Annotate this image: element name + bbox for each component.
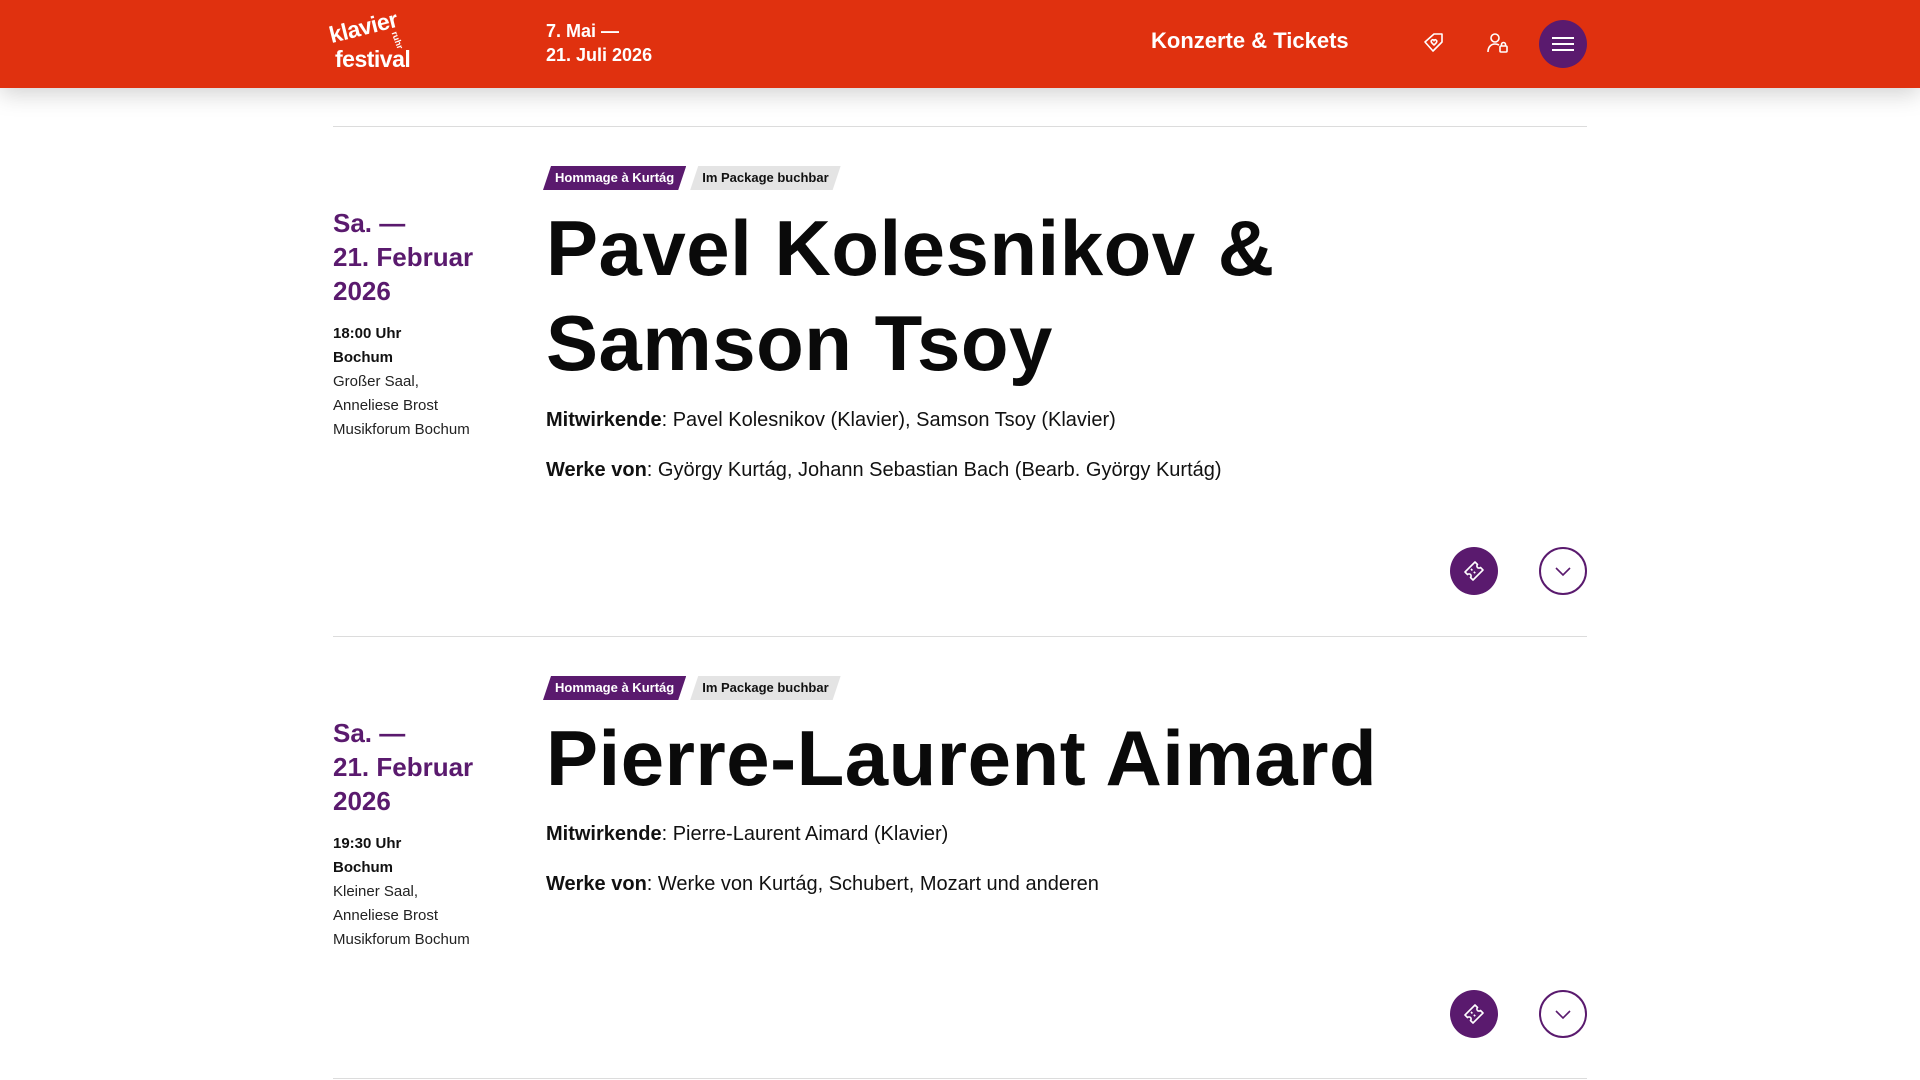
nav-concerts-tickets[interactable]: Konzerte & Tickets — [1151, 28, 1349, 54]
performers-value: : Pavel Kolesnikov (Klavier), Samson Tso… — [661, 409, 1116, 431]
event-weekday: Sa. — — [333, 208, 406, 238]
event-title[interactable]: Pavel Kolesnikov & — [546, 200, 1275, 296]
event-card: Hommage à Kurtág Im Package buchbar Sa. … — [333, 676, 1587, 1080]
chevron-down-icon — [1555, 1010, 1571, 1020]
event-year: 2026 — [333, 276, 391, 306]
event-venue-line: Anneliese Brost — [333, 907, 439, 924]
tag-hommage[interactable]: Hommage à Kurtág — [543, 166, 686, 190]
tag-package[interactable]: Im Package buchbar — [690, 676, 840, 700]
event-year: 2026 — [333, 786, 391, 816]
site-header: klavier ruhr festival 7. Mai — 21. Juli … — [0, 0, 1920, 88]
divider — [333, 636, 1587, 637]
event-date: 21. Februar — [333, 752, 474, 782]
tag-hommage[interactable]: Hommage à Kurtág — [543, 676, 686, 700]
festival-dates-start: 7. Mai — — [546, 21, 620, 41]
divider — [333, 1078, 1587, 1079]
works-label: Werke von — [546, 459, 647, 481]
event-time: 19:30 Uhr — [333, 835, 402, 852]
event-venue-line: Anneliese Brost — [333, 397, 439, 414]
event-weekday: Sa. — — [333, 718, 406, 748]
hamburger-icon — [1552, 37, 1574, 51]
chevron-down-icon — [1555, 567, 1571, 577]
menu-button[interactable] — [1539, 20, 1587, 68]
works-value: : Werke von Kurtág, Schubert, Mozart und… — [646, 873, 1099, 895]
event-city: Bochum — [333, 349, 393, 366]
event-time: 18:00 Uhr — [333, 325, 402, 342]
works-label: Werke von — [546, 873, 647, 895]
logo-text-top: klavier — [326, 6, 401, 49]
performers-label: Mitwirkende — [546, 409, 662, 431]
event-card: Hommage à Kurtág Im Package buchbar Sa. … — [333, 166, 1587, 636]
event-works: Werke von: György Kurtág, Johann Sebasti… — [546, 456, 1222, 484]
event-performers: Mitwirkende: Pierre-Laurent Aimard (Klav… — [546, 820, 948, 848]
event-date-block: Sa. — 21. Februar 2026 18:00 Uhr Bochum … — [333, 206, 513, 442]
performers-label: Mitwirkende — [546, 823, 662, 845]
event-date: 21. Februar — [333, 242, 474, 272]
event-performers: Mitwirkende: Pavel Kolesnikov (Klavier),… — [546, 406, 1116, 434]
festival-dates-end: 21. Juli 2026 — [546, 45, 653, 65]
event-venue-line: Kleiner Saal, — [333, 883, 419, 900]
event-tags: Hommage à Kurtág Im Package buchbar — [543, 166, 841, 190]
festival-dates: 7. Mai — 21. Juli 2026 — [546, 19, 652, 67]
performers-value: : Pierre-Laurent Aimard (Klavier) — [661, 823, 949, 845]
event-tags: Hommage à Kurtág Im Package buchbar — [543, 676, 841, 700]
tag-package[interactable]: Im Package buchbar — [690, 166, 840, 190]
buy-ticket-button[interactable] — [1450, 547, 1498, 595]
divider — [333, 126, 1587, 127]
wishlist-icon[interactable] — [1420, 29, 1448, 57]
event-date-block: Sa. — 21. Februar 2026 19:30 Uhr Bochum … — [333, 716, 513, 952]
expand-details-button[interactable] — [1539, 547, 1587, 595]
event-works: Werke von: Werke von Kurtág, Schubert, M… — [546, 870, 1099, 898]
buy-ticket-button[interactable] — [1450, 990, 1498, 1038]
logo-text-bottom: festival — [335, 46, 411, 72]
account-icon[interactable] — [1484, 29, 1512, 57]
ticket-icon — [1464, 1004, 1484, 1024]
event-venue-line: Großer Saal, — [333, 373, 419, 390]
festival-logo[interactable]: klavier ruhr festival — [326, 6, 423, 74]
event-venue-line: Musikforum Bochum — [333, 421, 470, 438]
event-city: Bochum — [333, 859, 393, 876]
ticket-icon — [1464, 561, 1484, 581]
works-value: : György Kurtág, Johann Sebastian Bach (… — [646, 459, 1222, 481]
event-title-line2[interactable]: Samson Tsoy — [546, 295, 1053, 391]
event-venue-line: Musikforum Bochum — [333, 931, 470, 948]
expand-details-button[interactable] — [1539, 990, 1587, 1038]
event-title[interactable]: Pierre-Laurent Aimard — [546, 710, 1377, 806]
